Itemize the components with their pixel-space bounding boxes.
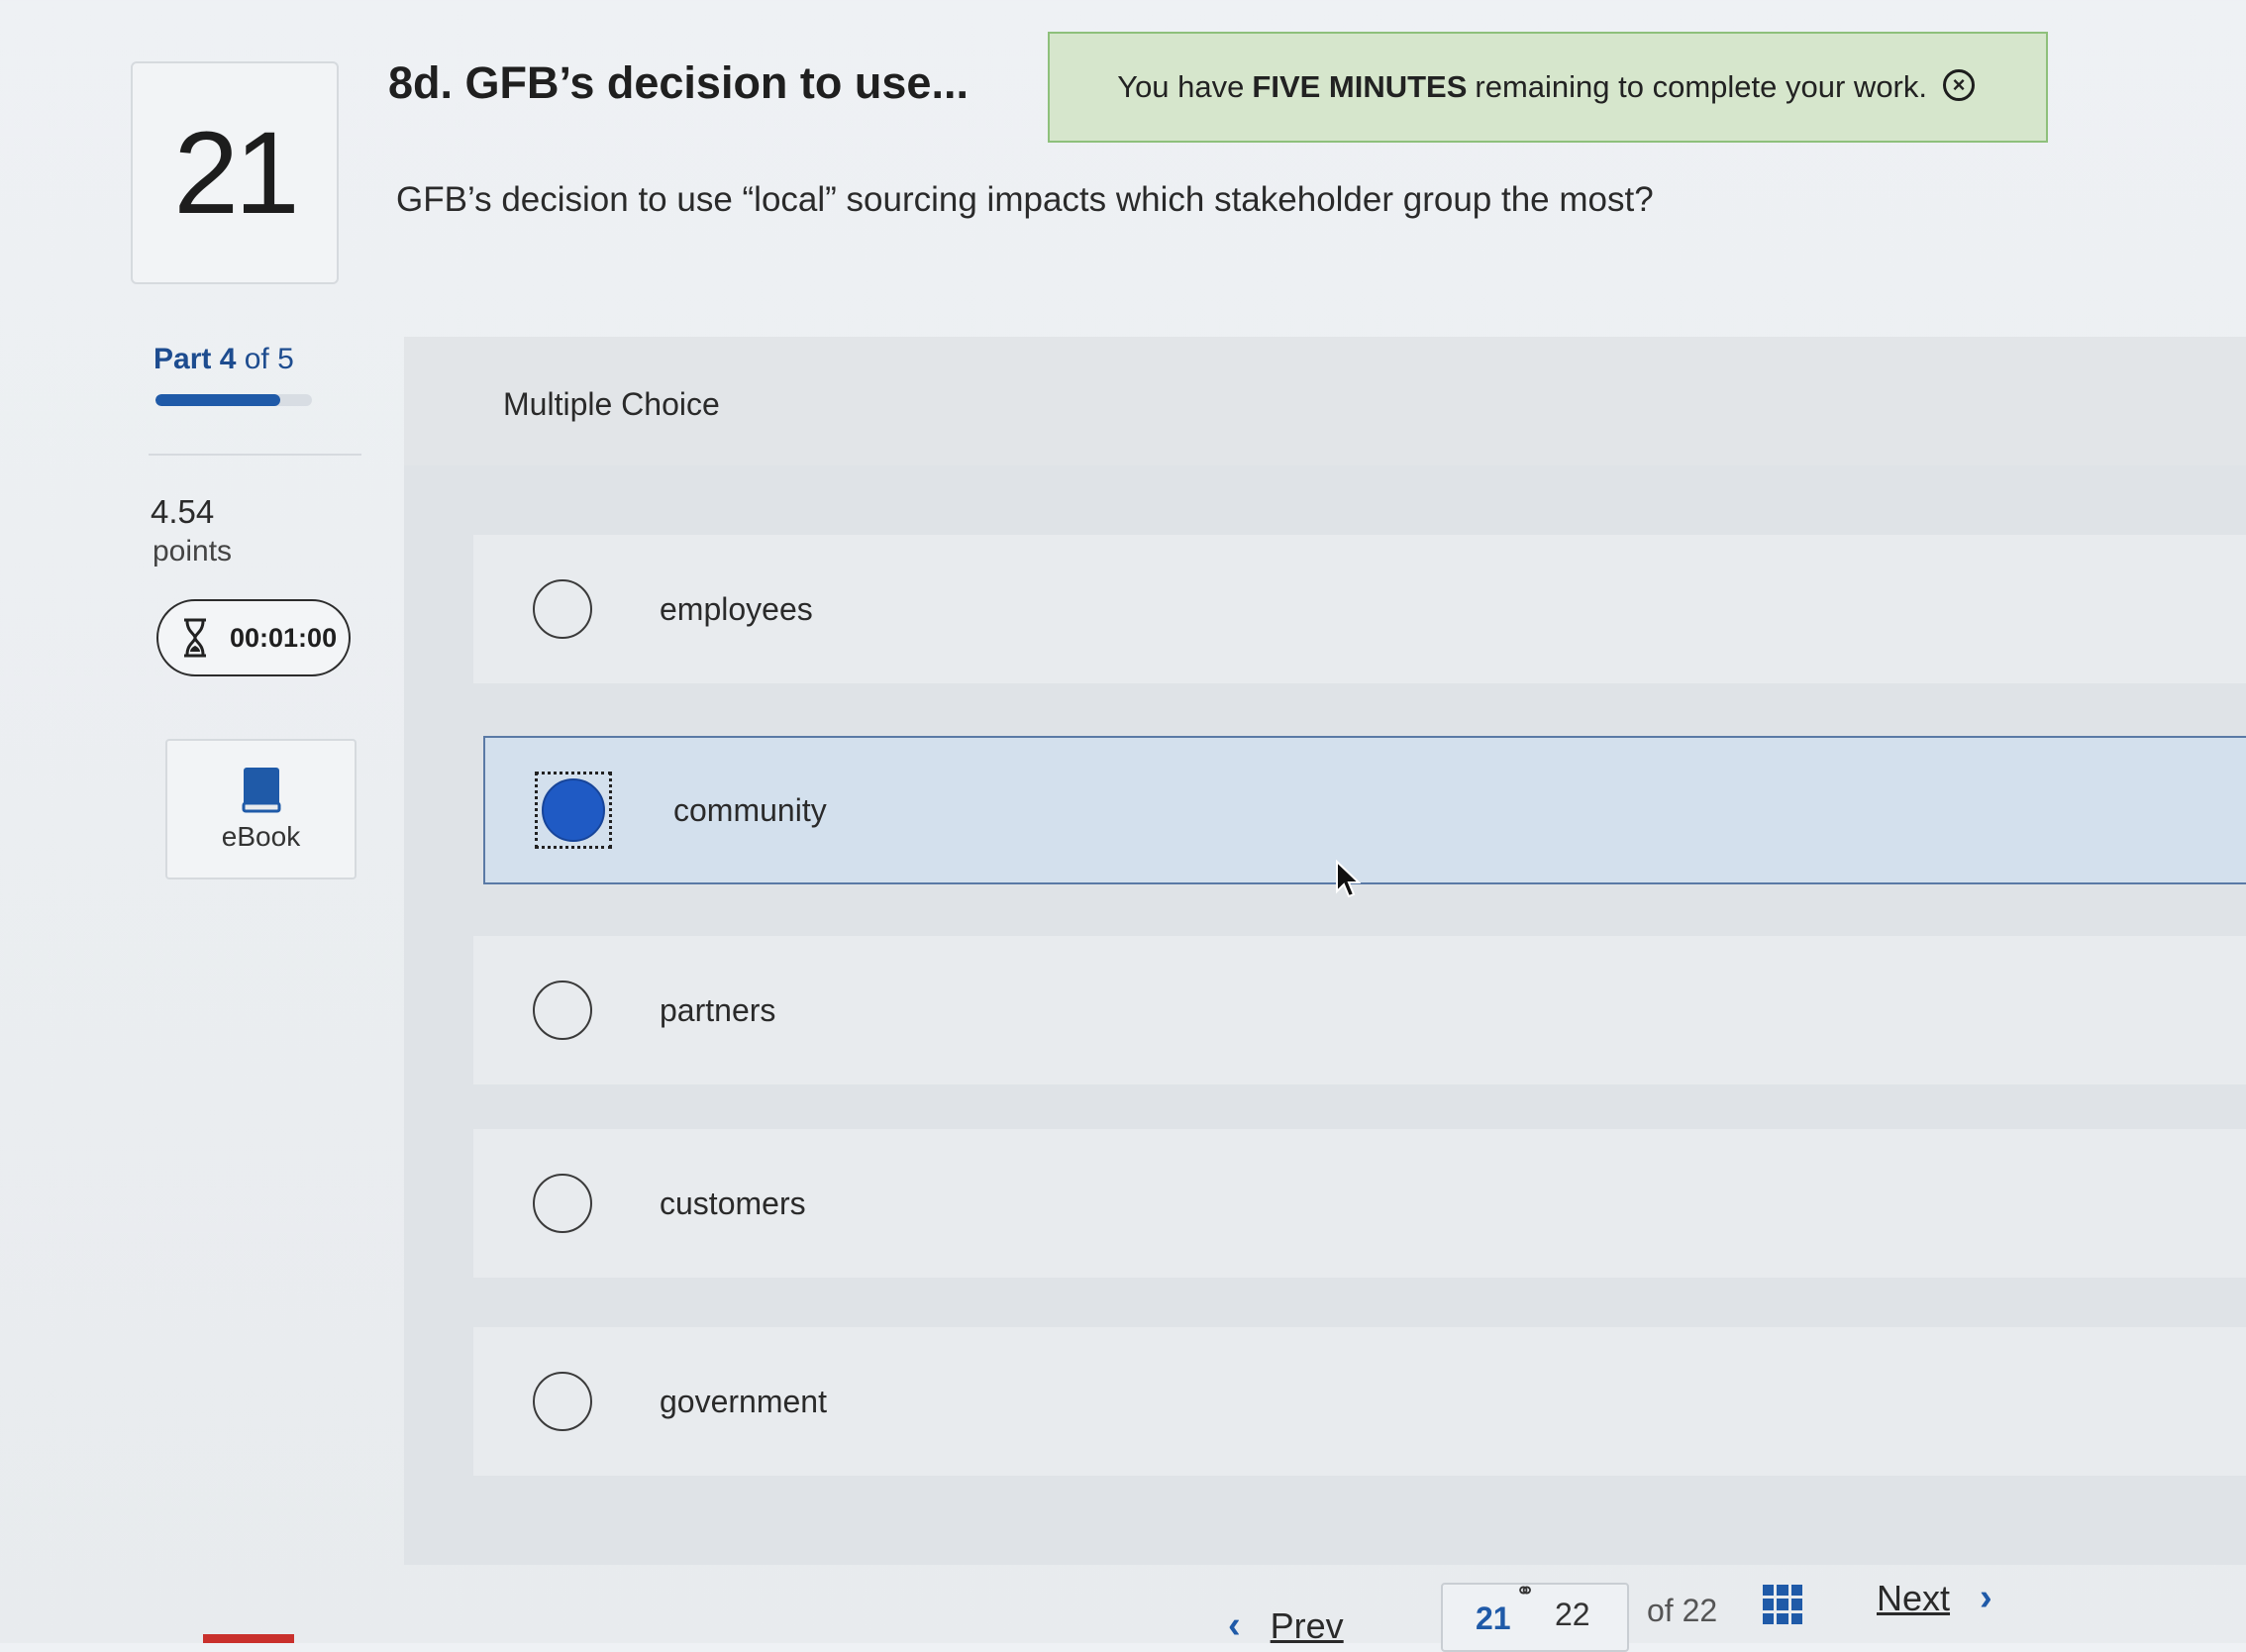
timer-value: 00:01:00 bbox=[230, 622, 338, 653]
option-label: partners bbox=[660, 991, 776, 1028]
answer-type-label: Multiple Choice bbox=[503, 386, 720, 422]
radio-button[interactable] bbox=[533, 579, 592, 639]
radio-focus-ring[interactable] bbox=[535, 772, 612, 849]
question-number: 21 bbox=[173, 107, 299, 239]
radio-button[interactable] bbox=[533, 1372, 592, 1431]
timer-badge[interactable]: 00:01:00 bbox=[156, 599, 351, 676]
current-page[interactable]: 21 bbox=[1476, 1600, 1511, 1637]
part-of: of 5 bbox=[244, 343, 294, 375]
option-employees[interactable]: employees bbox=[473, 535, 2246, 683]
alert-emphasis: FIVE MINUTES bbox=[1252, 69, 1468, 104]
time-warning-alert: You have FIVE MINUTES remaining to complet… bbox=[1048, 32, 2048, 143]
radio-button[interactable] bbox=[533, 1174, 592, 1233]
option-community[interactable]: community bbox=[483, 736, 2246, 884]
part-progress-fill bbox=[155, 394, 281, 406]
alert-prefix: You have bbox=[1117, 69, 1245, 104]
option-label: government bbox=[660, 1383, 827, 1419]
chevron-right-icon: › bbox=[1980, 1577, 1992, 1618]
prev-button[interactable]: ‹ Prev bbox=[1228, 1604, 1344, 1647]
next-label: Next bbox=[1877, 1577, 1951, 1618]
question-number-card: 21 bbox=[131, 61, 339, 284]
prev-label: Prev bbox=[1270, 1604, 1344, 1646]
alert-suffix: remaining to complete your work. bbox=[1475, 69, 1927, 104]
radio-button-selected[interactable] bbox=[542, 778, 605, 842]
option-label: community bbox=[673, 791, 827, 828]
book-icon bbox=[242, 768, 280, 813]
radio-button[interactable] bbox=[533, 981, 592, 1040]
sidebar-divider bbox=[149, 454, 361, 456]
points-label: points bbox=[153, 535, 233, 568]
option-government[interactable]: government bbox=[473, 1327, 2246, 1476]
bottom-red-accent bbox=[203, 1634, 294, 1643]
mouse-cursor-icon bbox=[1336, 860, 1361, 898]
alert-message: You have FIVE MINUTES remaining to complet… bbox=[1117, 69, 1927, 105]
part-progress-bar bbox=[155, 394, 312, 406]
next-page-number[interactable]: 22 bbox=[1555, 1597, 1590, 1633]
option-label: customers bbox=[660, 1185, 806, 1221]
question-title: 8d. GFB’s decision to use... bbox=[388, 57, 969, 108]
question-text: GFB’s decision to use “local” sourcing i… bbox=[396, 180, 1654, 219]
link-icon: ⚭ bbox=[1515, 1578, 1536, 1604]
chevron-left-icon: ‹ bbox=[1228, 1604, 1241, 1646]
hourglass-icon bbox=[184, 618, 206, 658]
page-total: of 22 bbox=[1647, 1593, 1718, 1628]
part-label: Part bbox=[153, 343, 212, 375]
grid-icon[interactable] bbox=[1763, 1585, 1802, 1624]
option-label: employees bbox=[660, 590, 813, 627]
ebook-label: eBook bbox=[221, 821, 301, 852]
points-value: 4.54 bbox=[151, 493, 215, 530]
close-icon[interactable]: × bbox=[1943, 69, 1975, 101]
ebook-button[interactable]: eBook bbox=[165, 739, 357, 879]
option-partners[interactable]: partners bbox=[473, 936, 2246, 1084]
option-customers[interactable]: customers bbox=[473, 1129, 2246, 1278]
next-button[interactable]: Next › bbox=[1877, 1577, 1992, 1619]
part-current: 4 bbox=[219, 343, 237, 375]
part-indicator: Part 4 of 5 bbox=[153, 343, 294, 376]
